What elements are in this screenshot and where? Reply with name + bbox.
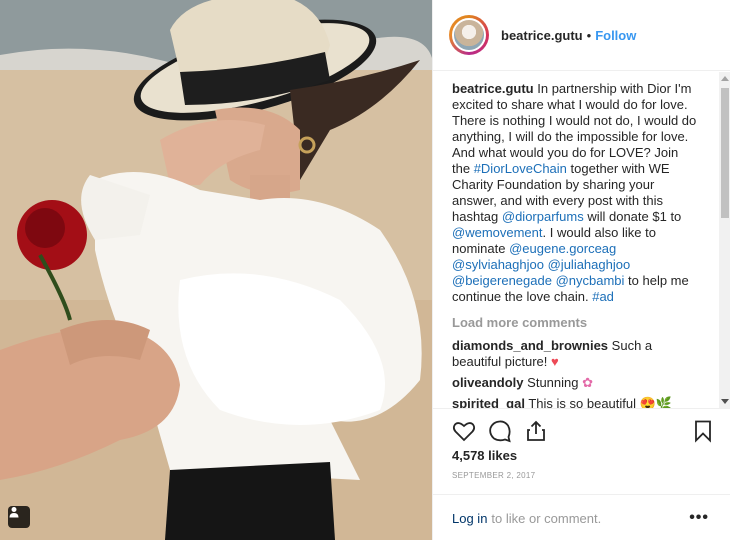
comment-row: oliveandoly Stunning ✿ <box>433 375 697 391</box>
caption-tag-link[interactable]: @juliahaghjoo <box>548 257 631 272</box>
heart-outline-icon[interactable] <box>452 419 476 443</box>
share-glyph <box>527 420 545 441</box>
comment-emoji: ♥ <box>551 354 559 369</box>
caption-segment: will donate $1 to <box>583 209 682 224</box>
comment-username[interactable]: diamonds_and_brownies <box>452 338 608 353</box>
heart-glyph <box>452 422 476 442</box>
caption-tag-link[interactable]: @wemovement <box>452 225 543 240</box>
scroll-down-arrow-icon[interactable] <box>721 399 729 404</box>
person-tag-glyph <box>9 507 19 518</box>
comments-list[interactable]: beatrice.gutu In partnership with Dior I… <box>433 72 719 408</box>
caption-tag-link[interactable]: #DiorLoveChain <box>474 161 567 176</box>
login-link[interactable]: Log in <box>452 511 487 526</box>
caption-tag-link[interactable]: @sylviahaghjoo <box>452 257 544 272</box>
bookmark-icon[interactable] <box>691 419 715 443</box>
follow-button[interactable]: Follow <box>595 28 636 43</box>
caption-tag-link[interactable]: @beigerenegade <box>452 273 552 288</box>
scrollbar-thumb[interactable] <box>721 88 729 218</box>
caption-text: In partnership with Dior I'm excited to … <box>452 81 696 304</box>
header-separator: • <box>586 27 592 43</box>
load-more-comments-button[interactable]: Load more comments <box>452 315 719 330</box>
login-bar: Log in to like or comment. ••• <box>433 494 730 541</box>
avatar-story-ring[interactable] <box>449 15 489 55</box>
comment-text: This is so beautiful <box>528 396 637 408</box>
scroll-up-arrow-icon[interactable] <box>721 76 729 81</box>
comment-rows: diamonds_and_brownies Such a beautiful p… <box>433 338 719 408</box>
caption-tag-link[interactable]: #ad <box>592 289 614 304</box>
comment-row: spirited_gal This is so beautiful 😍🌿 <box>433 396 697 408</box>
caption-username[interactable]: beatrice.gutu <box>452 81 534 96</box>
header-username[interactable]: beatrice.gutu <box>501 28 583 43</box>
likes-count[interactable]: 4,578 likes <box>452 448 517 463</box>
share-icon[interactable] <box>524 419 548 443</box>
comment-emoji: 😍🌿 <box>639 396 673 408</box>
caption-tag-link[interactable]: @nycbambi <box>556 273 625 288</box>
instagram-post: beatrice.gutu • Follow beatrice.gutu In … <box>0 0 730 540</box>
caption: beatrice.gutu In partnership with Dior I… <box>433 81 697 305</box>
more-options-icon[interactable]: ••• <box>689 509 709 527</box>
bookmark-glyph <box>695 420 711 443</box>
comment-row: diamonds_and_brownies Such a beautiful p… <box>433 338 697 370</box>
person-tag-icon[interactable] <box>8 506 30 528</box>
login-prompt-text: to like or comment. <box>491 510 602 526</box>
post-date[interactable]: SEPTEMBER 2, 2017 <box>452 471 535 480</box>
post-photo[interactable] <box>0 0 432 540</box>
comment-username[interactable]: spirited_gal <box>452 396 525 408</box>
comment-text: Stunning <box>527 375 579 390</box>
comment-username[interactable]: oliveandoly <box>452 375 524 390</box>
comments-scrollbar[interactable] <box>719 72 730 408</box>
caption-tag-link[interactable]: @eugene.gorceag <box>509 241 616 256</box>
caption-tag-link[interactable]: @diorparfums <box>502 209 584 224</box>
speech-bubble-icon[interactable] <box>488 419 512 443</box>
photo-illustration <box>0 0 432 540</box>
avatar <box>452 18 486 52</box>
speech-bubble-glyph <box>489 420 511 443</box>
action-bar <box>433 408 730 449</box>
post-side-panel: beatrice.gutu • Follow beatrice.gutu In … <box>432 0 730 540</box>
comment-emoji: ✿ <box>582 375 594 390</box>
post-header: beatrice.gutu • Follow <box>433 0 730 71</box>
